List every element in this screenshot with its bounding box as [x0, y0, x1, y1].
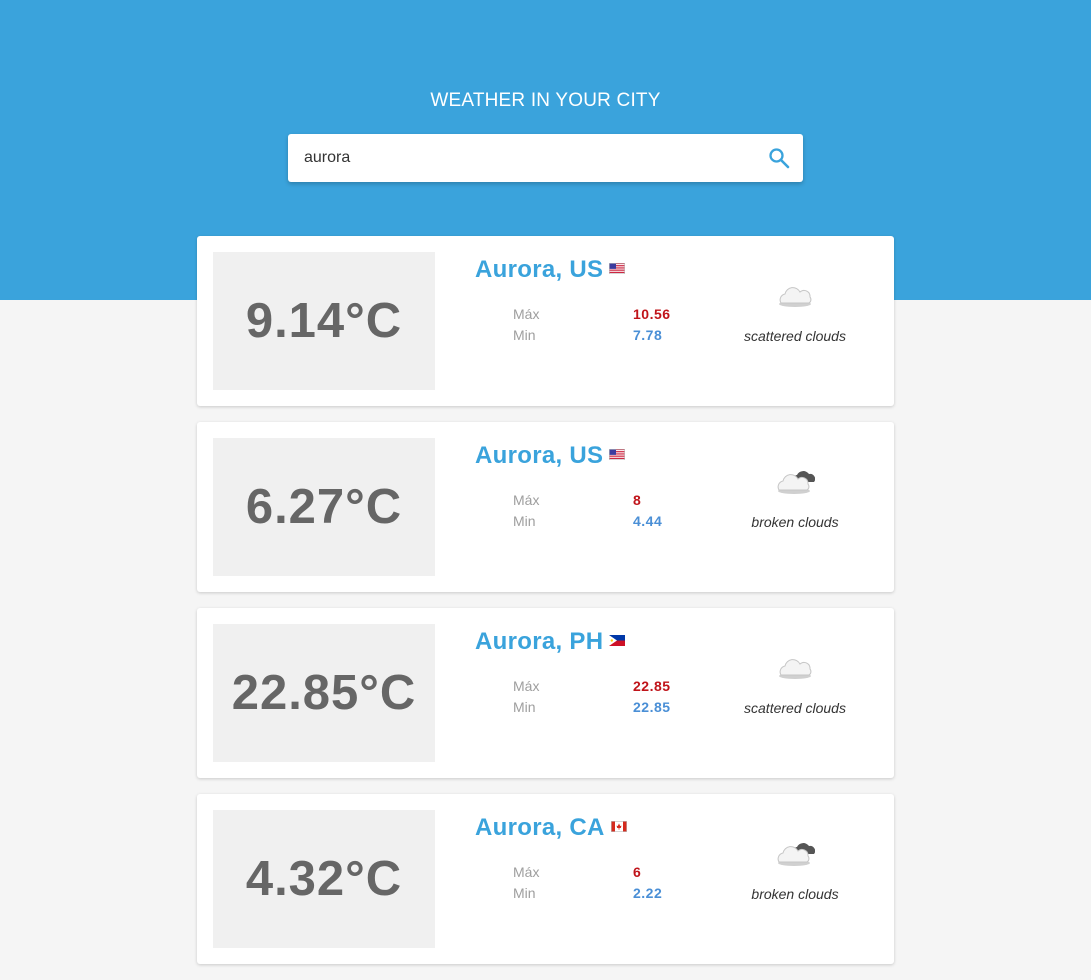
temperature: 6.27°C — [245, 480, 403, 534]
min-value: 7.78 — [633, 327, 663, 343]
temperature: 4.32°C — [245, 852, 403, 906]
temperature: 22.85°C — [231, 666, 417, 720]
city-name-link[interactable]: Aurora, US — [475, 442, 626, 470]
min-label: Min — [513, 885, 536, 901]
min-value: 2.22 — [633, 885, 663, 901]
max-value: 22.85 — [633, 678, 671, 694]
scattered-clouds-icon — [779, 659, 812, 679]
temperature-box: 22.85°C — [213, 624, 435, 762]
results-list: 9.14°C Aurora, US Máx 10.56 Min 7.78 sca… — [197, 236, 894, 980]
min-value: 22.85 — [633, 699, 671, 715]
temperature-box: 4.32°C — [213, 810, 435, 948]
broken-clouds-icon — [777, 471, 815, 494]
temperature-box: 9.14°C — [213, 252, 435, 390]
weather-description: scattered clouds — [744, 328, 846, 344]
min-label: Min — [513, 699, 536, 715]
max-label: Máx — [513, 678, 540, 694]
ph-flag-icon — [609, 635, 626, 647]
us-flag-icon — [609, 449, 626, 461]
city-name: Aurora, CA — [475, 814, 605, 841]
page-title: WEATHER IN YOUR CITY — [430, 90, 661, 111]
weather-card: 6.27°C Aurora, US Máx 8 Min 4.44 broken … — [197, 422, 894, 592]
weather-description: broken clouds — [751, 886, 839, 902]
max-value: 10.56 — [633, 306, 671, 322]
weather-card: 9.14°C Aurora, US Máx 10.56 Min 7.78 sca… — [197, 236, 894, 406]
min-label: Min — [513, 513, 536, 529]
max-label: Máx — [513, 492, 540, 508]
scattered-clouds-icon — [779, 287, 812, 307]
weather-card: 22.85°C Aurora, PH Máx 22.85 Min 22.85 s… — [197, 608, 894, 778]
weather-description: broken clouds — [751, 514, 839, 530]
temperature: 9.14°C — [245, 294, 403, 348]
min-label: Min — [513, 327, 536, 343]
search-icon[interactable] — [767, 146, 791, 170]
temperature-box: 6.27°C — [213, 438, 435, 576]
city-name: Aurora, US — [475, 256, 604, 283]
max-label: Máx — [513, 864, 540, 880]
us-flag-icon — [609, 263, 626, 275]
broken-clouds-icon — [777, 843, 815, 866]
search-input[interactable] — [304, 134, 744, 182]
city-name-link[interactable]: Aurora, CA — [475, 814, 627, 842]
city-name: Aurora, US — [475, 442, 604, 469]
max-label: Máx — [513, 306, 540, 322]
search-box — [288, 134, 803, 182]
weather-card: 4.32°C Aurora, CA Máx 6 Min 2.22 broken … — [197, 794, 894, 964]
max-value: 8 — [633, 492, 642, 508]
weather-description: scattered clouds — [744, 700, 846, 716]
city-name-link[interactable]: Aurora, US — [475, 256, 626, 284]
max-value: 6 — [633, 864, 642, 880]
min-value: 4.44 — [633, 513, 663, 529]
city-name-link[interactable]: Aurora, PH — [475, 628, 626, 656]
city-name: Aurora, PH — [475, 628, 604, 655]
ca-flag-icon — [610, 821, 627, 833]
